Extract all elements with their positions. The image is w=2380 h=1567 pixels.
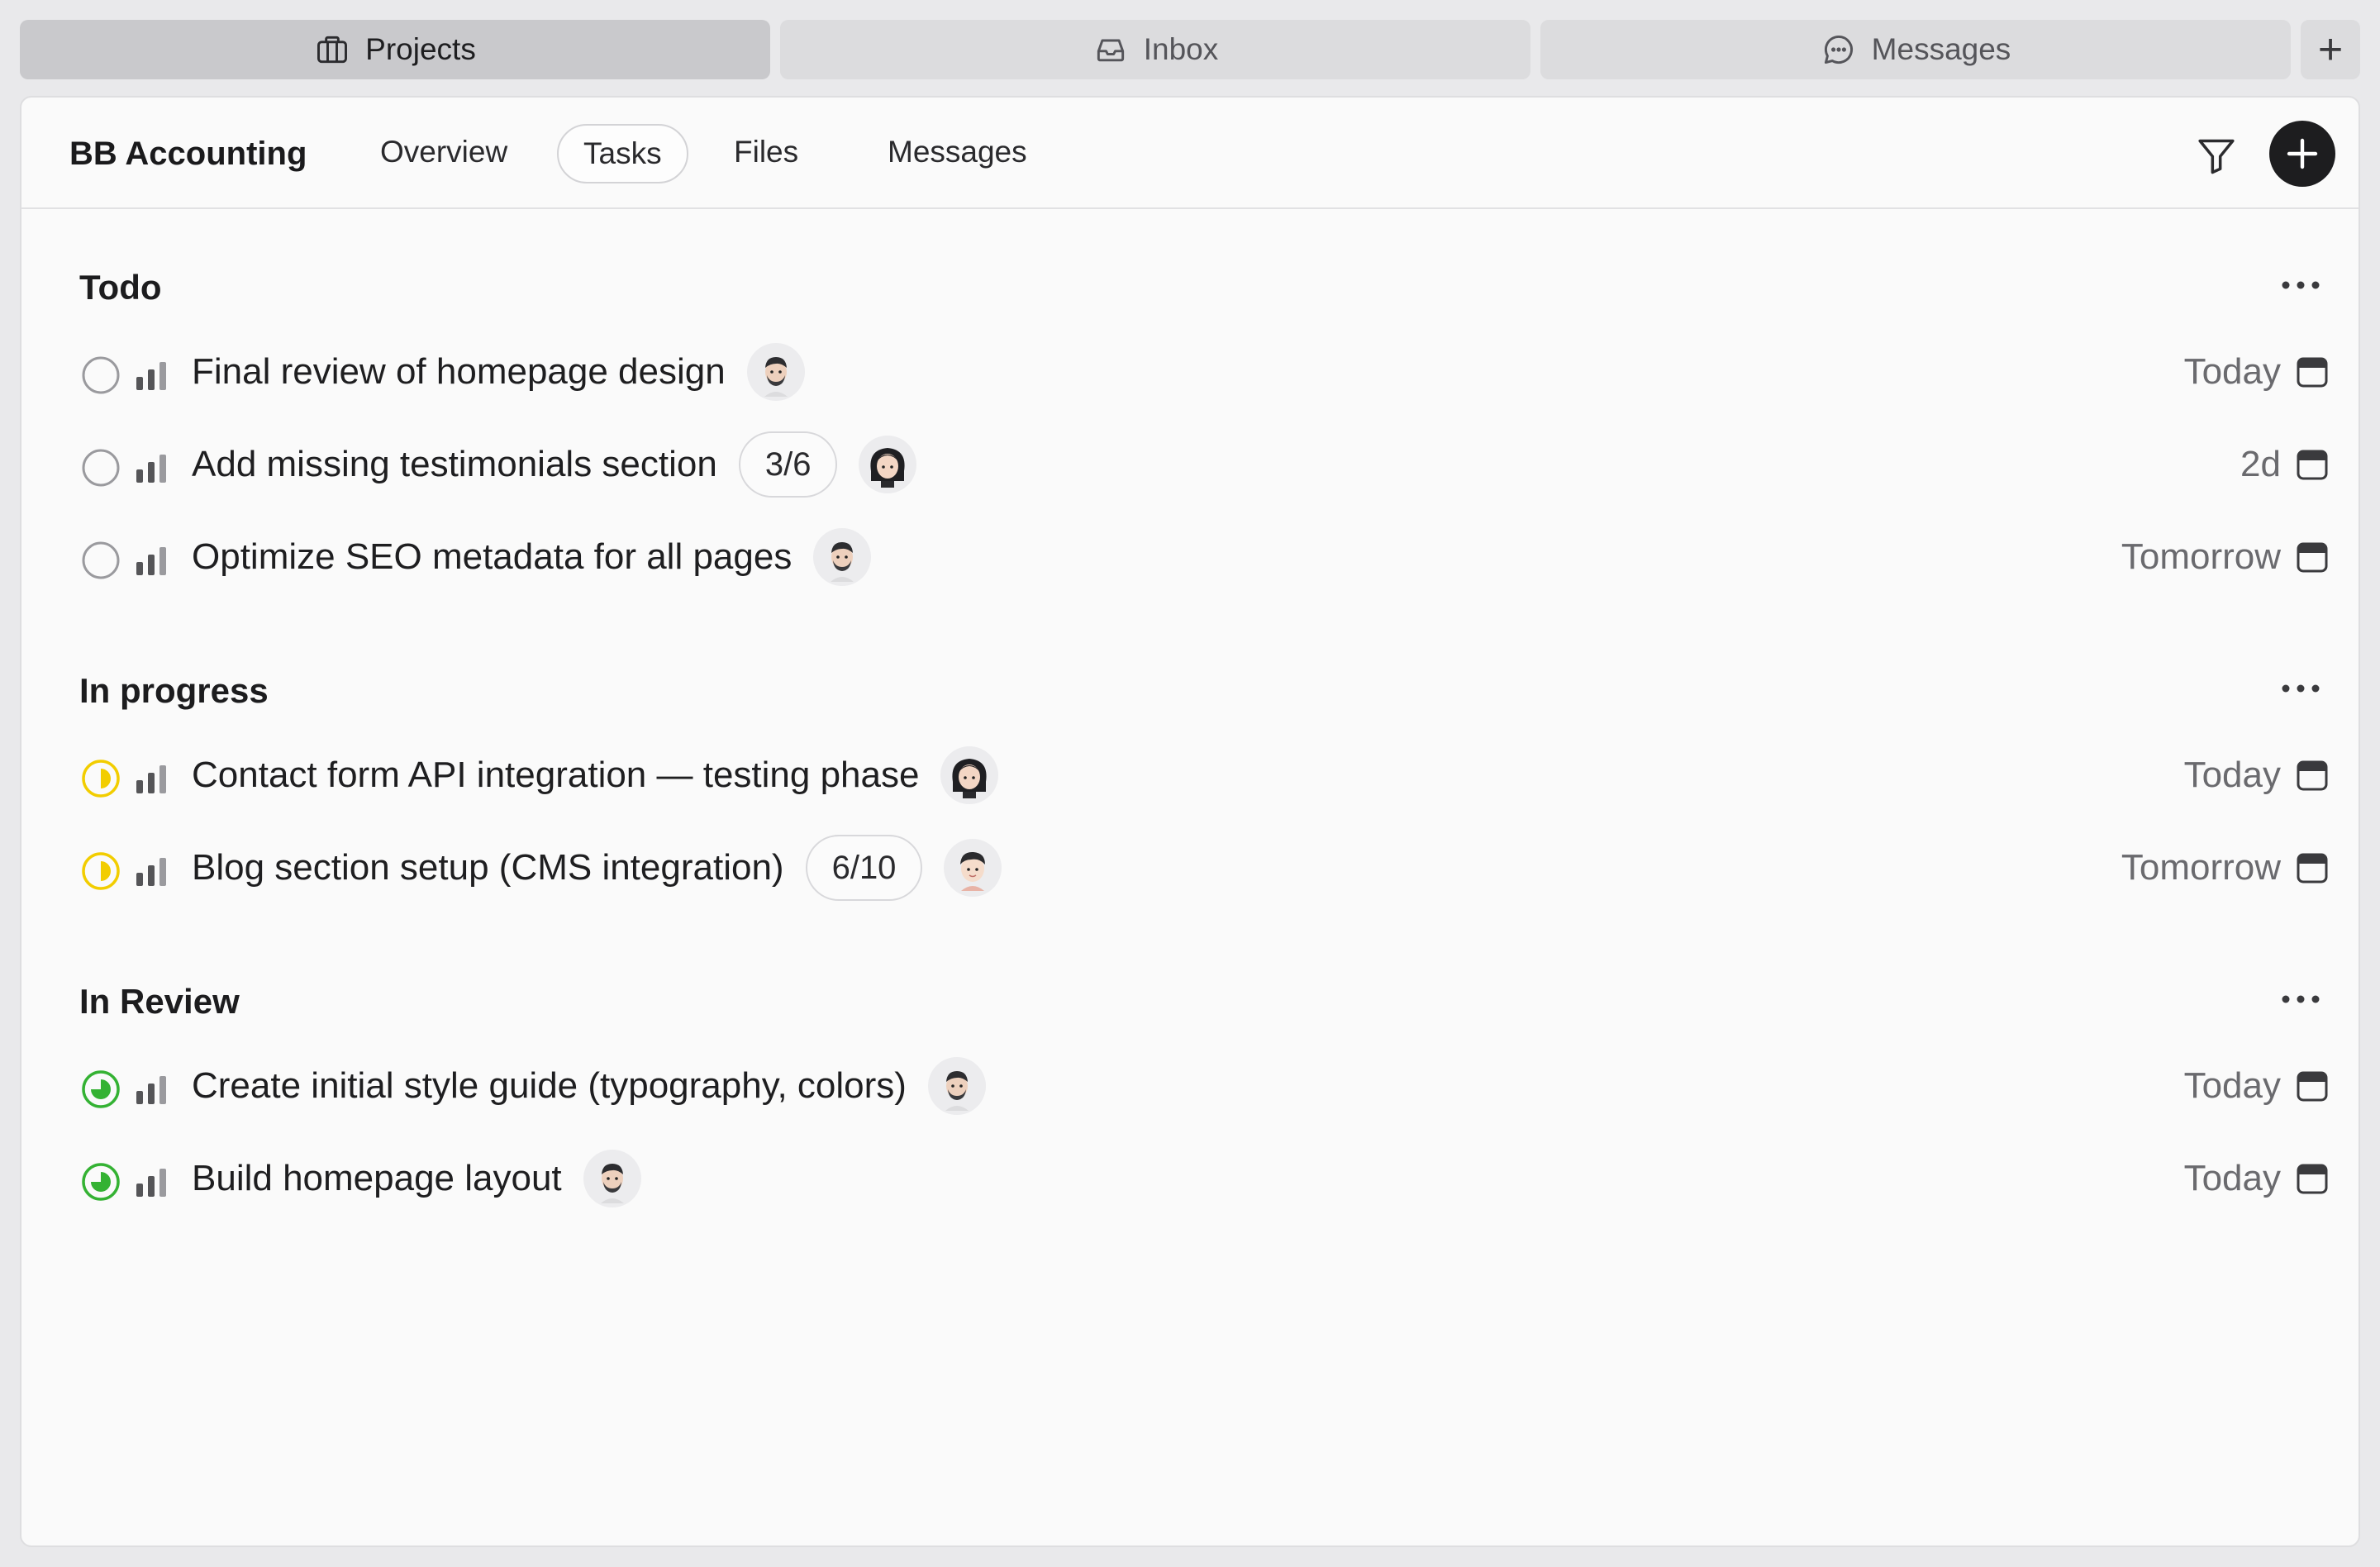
due-date-label: Today [2183,1065,2281,1106]
assignee-man-beard-avatar[interactable] [813,528,872,586]
calendar-icon [2296,448,2329,481]
task-title[interactable]: Contact form API integration — testing p… [192,755,919,796]
status-in-review-icon[interactable] [81,1069,121,1109]
due-date[interactable]: Tomorrow [2121,524,2329,590]
window-tab-bar: Projects Inbox Messages + [20,20,2360,79]
tab-overview[interactable]: Overview [355,124,532,183]
task-title[interactable]: Build homepage layout [192,1158,562,1199]
plus-icon: + [2317,26,2344,74]
window-tab-label: Messages [1871,32,2011,66]
due-date-label: Today [2183,351,2281,392]
due-date-label: Today [2183,1158,2281,1198]
subtask-count-badge[interactable]: 3/6 [738,431,838,498]
task-title[interactable]: Add missing testimonials section [192,444,717,485]
task-row[interactable]: Add missing testimonials section 3/6 2d [0,431,2329,498]
priority-bars-icon[interactable] [136,1169,169,1197]
task-title-group: Contact form API integration — testing p… [192,742,999,808]
status-todo-icon[interactable] [81,541,121,580]
calendar-icon [2296,355,2329,388]
section-title: In progress [79,671,269,710]
task-row[interactable]: Contact form API integration — testing p… [0,742,2329,808]
due-date-label: Today [2183,755,2281,795]
status-in-review-icon[interactable] [81,1162,121,1202]
priority-bars-icon[interactable] [136,1076,169,1104]
task-row[interactable]: Optimize SEO metadata for all pages Tomor… [0,524,2329,590]
tab-messages[interactable]: Messages [863,124,1052,183]
plus-icon [2287,138,2318,169]
due-date[interactable]: Today [2184,339,2329,405]
due-date-label: 2d [2240,444,2281,484]
task-title[interactable]: Create initial style guide (typography, … [192,1065,907,1107]
priority-bars-icon[interactable] [136,765,169,793]
more-horizontal-icon [2282,684,2320,693]
inbox-icon [1097,39,1124,62]
calendar-icon [2296,759,2329,792]
subtask-count-badge[interactable]: 6/10 [805,835,923,901]
calendar-icon [2296,541,2329,574]
filter-icon [2198,139,2235,174]
task-title-group: Blog section setup (CMS integration) 6/10 [192,835,1002,901]
project-title: BB Accounting [69,136,307,172]
assignee-woman-dark-hair-avatar[interactable] [940,746,999,804]
task-row[interactable]: Create initial style guide (typography, … [0,1053,2329,1119]
app-window: Projects Inbox Messages + BB Accounting … [0,0,2380,1567]
task-title-group: Add missing testimonials section 3/6 [192,431,917,498]
assignee-man-beard-avatar[interactable] [927,1057,986,1115]
status-todo-icon[interactable] [81,355,121,395]
section-title: Todo [79,268,162,307]
assignee-boy-avatar[interactable] [944,839,1002,897]
due-date[interactable]: Today [2184,1145,2329,1212]
project-header: BB Accounting Overview Tasks Files Messa… [21,98,2359,209]
calendar-icon [2296,851,2329,884]
more-horizontal-icon [2282,995,2320,1003]
task-title[interactable]: Optimize SEO metadata for all pages [192,536,792,578]
section-more-button[interactable] [2281,683,2320,699]
task-title[interactable]: Final review of homepage design [192,351,726,393]
more-horizontal-icon [2282,281,2320,289]
due-date[interactable]: Today [2184,1053,2329,1119]
filter-button[interactable] [2193,132,2240,179]
assignee-man-beard-avatar[interactable] [746,343,805,401]
priority-bars-icon[interactable] [136,455,169,483]
task-row[interactable]: Blog section setup (CMS integration) 6/10… [0,835,2329,901]
task-title-group: Optimize SEO metadata for all pages [192,524,872,590]
assignee-woman-dark-hair-avatar[interactable] [859,436,917,493]
chat-bubble-icon [1824,35,1853,64]
project-panel: BB Accounting Overview Tasks Files Messa… [20,96,2360,1547]
window-tab-label: Inbox [1143,32,1219,66]
calendar-icon [2296,1162,2329,1195]
window-tab-inbox[interactable]: Inbox [780,20,1530,79]
tab-tasks[interactable]: Tasks [557,124,688,183]
section-title: In Review [79,982,240,1021]
status-in-progress-icon[interactable] [81,851,121,891]
due-date-label: Tomorrow [2121,536,2281,577]
task-title-group: Final review of homepage design [192,339,805,405]
priority-bars-icon[interactable] [136,858,169,886]
window-tab-label: Projects [365,32,476,66]
due-date[interactable]: Today [2184,742,2329,808]
due-date[interactable]: Tomorrow [2121,835,2329,901]
add-task-button[interactable] [2269,121,2335,187]
task-row[interactable]: Final review of homepage design Today [0,339,2329,405]
window-tab-projects[interactable]: Projects [20,20,770,79]
task-title-group: Create initial style guide (typography, … [192,1053,986,1119]
briefcase-icon [317,36,348,64]
due-date[interactable]: 2d [2240,431,2329,498]
new-window-tab-button[interactable]: + [2301,20,2360,79]
status-todo-icon[interactable] [81,448,121,488]
assignee-man-beard-avatar[interactable] [583,1150,641,1207]
priority-bars-icon[interactable] [136,547,169,575]
section-more-button[interactable] [2281,993,2320,1010]
task-row[interactable]: Build homepage layout Today [0,1145,2329,1212]
window-tab-messages[interactable]: Messages [1540,20,2291,79]
priority-bars-icon[interactable] [136,362,169,390]
due-date-label: Tomorrow [2121,847,2281,888]
task-title[interactable]: Blog section setup (CMS integration) [192,847,784,888]
task-title-group: Build homepage layout [192,1145,641,1212]
section-more-button[interactable] [2281,279,2320,296]
calendar-icon [2296,1069,2329,1103]
status-in-progress-icon[interactable] [81,759,121,798]
tab-files[interactable]: Files [709,124,823,183]
